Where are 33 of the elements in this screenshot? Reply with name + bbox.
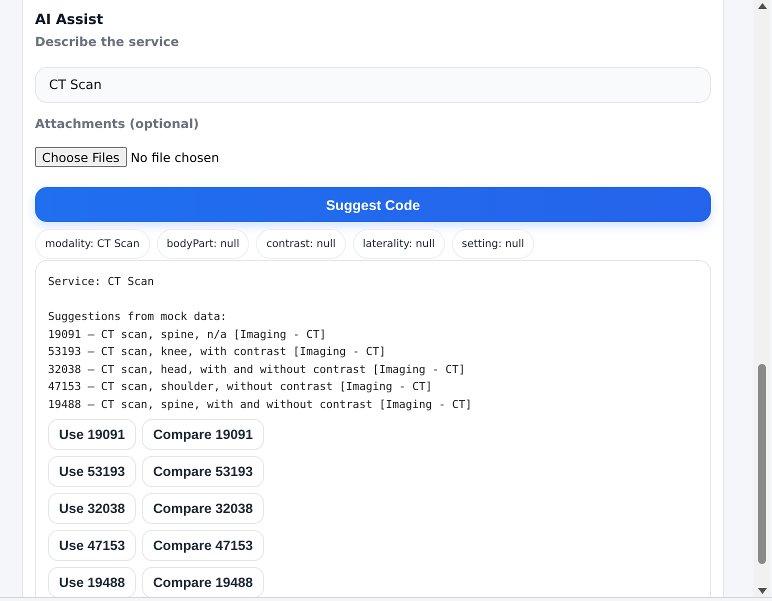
result-text-line: 47153 — CT scan, shoulder, without contrast [Imaging - CT] (48, 379, 434, 395)
section-title: AI Assist (35, 11, 104, 30)
result-text-line: 53193 — CT scan, knee, with contrast [Imaging - CT] (48, 344, 387, 360)
compare-code-button[interactable]: Compare 32038 (142, 493, 264, 524)
attribute-chip: setting: null (452, 229, 534, 259)
scroll-down-icon[interactable] (758, 588, 766, 594)
choose-files-button[interactable]: Choose Files (35, 147, 127, 167)
use-code-button[interactable]: Use 19091 (48, 419, 136, 450)
compare-code-button[interactable]: Compare 47153 (142, 530, 264, 561)
result-text-line: Suggestions from mock data: (48, 309, 228, 325)
result-text-line: 32038 — CT scan, head, with and without contrast [Imaging - CT] (48, 362, 466, 378)
attribute-chip: modality: CT Scan (35, 229, 150, 259)
result-text-line: Service: CT Scan (48, 274, 155, 290)
scroll-up-icon[interactable] (758, 3, 766, 9)
suggest-code-button[interactable]: Suggest Code (35, 187, 711, 222)
file-status-text: No file chosen (130, 150, 220, 164)
use-code-button[interactable]: Use 47153 (48, 530, 136, 561)
compare-code-button[interactable]: Compare 19091 (142, 419, 264, 450)
scrollbar-thumb[interactable] (758, 364, 766, 564)
scrollbar[interactable] (754, 0, 770, 597)
attribute-chip: laterality: null (352, 229, 445, 259)
field-label: Describe the service (35, 33, 180, 51)
use-code-button[interactable]: Use 32038 (48, 493, 136, 524)
compare-code-button[interactable]: Compare 19488 (142, 567, 264, 597)
attribute-chip: bodyPart: null (156, 229, 250, 259)
field-label: Attachments (optional) (35, 115, 200, 133)
attribute-chip: contrast: null (256, 229, 346, 259)
compare-code-button[interactable]: Compare 53193 (142, 456, 264, 487)
use-code-button[interactable]: Use 19488 (48, 567, 136, 597)
result-text-line: 19488 — CT scan, spine, with and without contrast [Imaging - CT] (48, 396, 473, 412)
result-text-line: 19091 — CT scan, spine, n/a [Imaging - CT] (48, 326, 328, 342)
use-code-button[interactable]: Use 53193 (48, 456, 136, 487)
service-input-field[interactable]: CT Scan (35, 67, 711, 103)
